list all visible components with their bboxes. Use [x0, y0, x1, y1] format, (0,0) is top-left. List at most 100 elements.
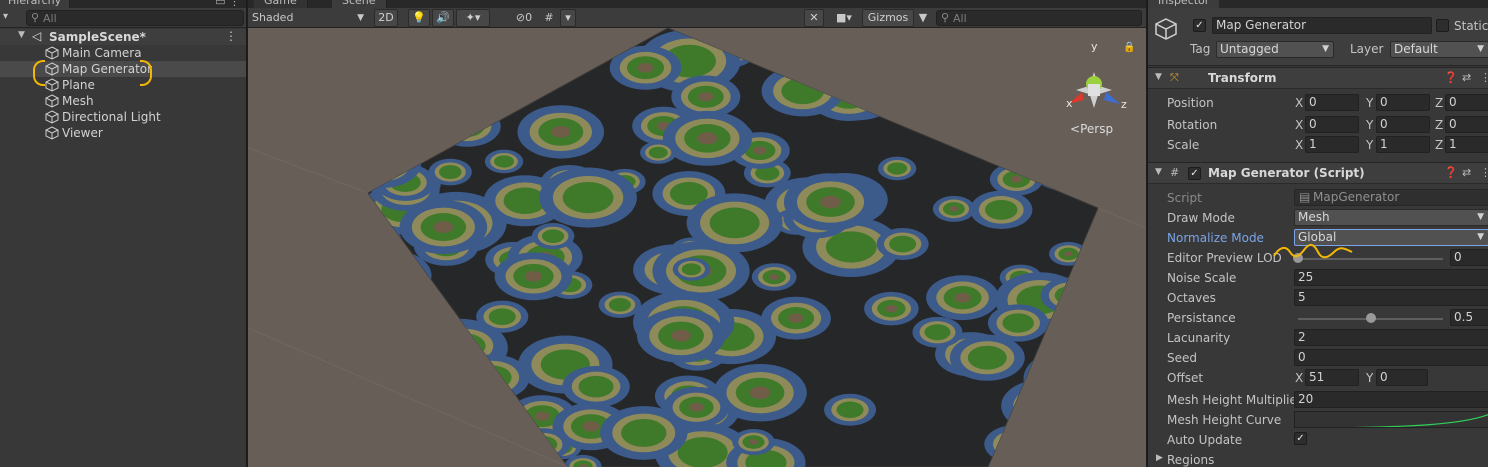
component-menu-icon[interactable]: ⋮: [1480, 71, 1488, 84]
scene-visibility-toggle[interactable]: ⊘0: [504, 9, 544, 27]
terrain-patch: [958, 96, 990, 116]
gizmos-dropdown-icon[interactable]: ▼: [916, 9, 930, 27]
orientation-gizmo[interactable]: [1068, 72, 1120, 108]
hierarchy-tab[interactable]: Hierarchy: [0, 0, 71, 8]
search-icon: ⚲: [31, 11, 40, 24]
tag-dropdown[interactable]: Untagged ▼: [1216, 41, 1334, 58]
active-checkbox[interactable]: ✓: [1193, 19, 1206, 32]
grid-dropdown-icon[interactable]: ▾: [560, 9, 576, 27]
offset-x-field[interactable]: 51: [1305, 369, 1359, 386]
grid-icon[interactable]: #: [542, 9, 556, 27]
rotation-x-field[interactable]: 0: [1305, 116, 1359, 133]
octaves-field[interactable]: 5: [1294, 289, 1488, 306]
inspector-tab[interactable]: Inspector: [1148, 0, 1220, 8]
object-name-field[interactable]: Map Generator: [1212, 17, 1432, 34]
persistance-slider-knob[interactable]: [1365, 313, 1376, 323]
fold-arrow-icon[interactable]: ▼: [1155, 72, 1162, 82]
chevron-down-icon: ▼: [1477, 44, 1484, 54]
hierarchy-menu-icon[interactable]: ▭ ⋮: [215, 0, 240, 8]
scale-x-field[interactable]: 1: [1305, 136, 1359, 153]
fold-arrow-icon[interactable]: ▼: [1155, 167, 1162, 177]
rotation-y-value: 0: [1380, 117, 1388, 131]
gizmos-button[interactable]: Gizmos: [862, 9, 914, 27]
position-x-field[interactable]: 0: [1305, 94, 1359, 111]
terrain-patch: [422, 28, 510, 61]
terrain-patch: [949, 206, 959, 212]
scene-search-input[interactable]: ⚲ All: [936, 10, 1142, 26]
layer-value: Default: [1394, 42, 1438, 56]
position-y-value: 0: [1380, 95, 1388, 109]
rotation-y-field[interactable]: 0: [1376, 116, 1430, 133]
component-menu-icon[interactable]: ⋮: [1480, 166, 1488, 179]
terrain-patch: [448, 369, 470, 383]
component-enabled-checkbox[interactable]: ✓: [1188, 167, 1201, 180]
hierarchy-item-main-camera[interactable]: Main Camera: [0, 45, 246, 61]
help-icon[interactable]: ❓: [1444, 166, 1458, 179]
terrain-patch: [368, 128, 390, 143]
terrain-viewport[interactable]: y x z 🔒: [248, 28, 1146, 467]
script-label: Script: [1167, 191, 1202, 205]
effects-dropdown-icon[interactable]: ✦▾: [456, 9, 490, 27]
terrain-patch: [954, 292, 971, 303]
layer-dropdown[interactable]: Default ▼: [1390, 41, 1488, 58]
preset-icon[interactable]: ⇄: [1462, 71, 1471, 84]
hierarchy-item-mesh[interactable]: Mesh: [0, 93, 246, 109]
scene-row[interactable]: ▼ ◁ SampleScene* ⋮: [0, 29, 246, 45]
gameobject-cube-icon: [45, 62, 59, 76]
hierarchy-item-label: Main Camera: [62, 46, 142, 60]
mesh-height-multiplier-field[interactable]: 20: [1294, 391, 1488, 408]
search-icon: ⚲: [941, 11, 950, 24]
static-checkbox[interactable]: [1436, 19, 1449, 32]
scale-z-field[interactable]: 1: [1445, 136, 1488, 153]
noise-scale-field[interactable]: 25: [1294, 269, 1488, 286]
tab-scene[interactable]: Scene: [332, 0, 387, 8]
hierarchy-item-directional-light[interactable]: Directional Light: [0, 109, 246, 125]
draw-mode-dropdown[interactable]: Mesh ▼: [1294, 209, 1488, 226]
terrain-patch: [422, 88, 433, 95]
hierarchy-item-viewer[interactable]: Viewer: [0, 125, 246, 141]
seed-field[interactable]: 0: [1294, 349, 1488, 366]
rotation-z-field[interactable]: 0: [1445, 116, 1488, 133]
hierarchy-search-input[interactable]: ⚲ All: [26, 10, 244, 26]
shading-mode-dropdown[interactable]: Shaded ▼: [252, 9, 368, 27]
axis-z-label: Z: [1435, 118, 1444, 132]
transform-header[interactable]: ▼ ⤧ Transform ❓ ⇄ ⋮: [1148, 67, 1488, 89]
camera-dropdown-icon[interactable]: ■▾: [830, 9, 858, 27]
help-icon[interactable]: ❓: [1444, 71, 1458, 84]
terrain-patch: [816, 61, 831, 71]
scene-name: SampleScene*: [49, 30, 146, 44]
terrain-patch: [889, 235, 917, 253]
scene-menu-icon[interactable]: ⋮: [225, 29, 237, 43]
offset-y-field[interactable]: 0: [1376, 369, 1428, 386]
position-z-field[interactable]: 0: [1445, 94, 1488, 111]
audio-toggle-icon[interactable]: 🔊: [432, 9, 454, 27]
axis-x-label: X: [1295, 371, 1304, 385]
tab-game[interactable]: Game: [254, 0, 308, 8]
create-dropdown-button[interactable]: ▾: [3, 11, 8, 22]
lod-value-field[interactable]: 0: [1450, 249, 1488, 266]
position-y-field[interactable]: 0: [1376, 94, 1430, 111]
terrain-patch: [799, 58, 842, 85]
auto-update-checkbox[interactable]: ✓: [1294, 432, 1307, 445]
lock-icon[interactable]: 🔒: [1123, 41, 1135, 53]
script-object-field: ▤ MapGenerator: [1294, 189, 1488, 206]
fold-arrow-icon[interactable]: ▶: [1156, 453, 1163, 463]
draw-mode-label: Draw Mode: [1167, 211, 1235, 225]
terrain-patch: [443, 28, 537, 59]
preset-icon[interactable]: ⇄: [1462, 166, 1471, 179]
persp-toggle[interactable]: <Persp: [1070, 122, 1113, 136]
map-generator-header[interactable]: ▼ # ✓ Map Generator (Script) ❓ ⇄ ⋮: [1148, 162, 1488, 184]
mesh-height-curve-field[interactable]: [1294, 411, 1488, 428]
2d-toggle-button[interactable]: 2D: [374, 9, 398, 27]
lacunarity-field[interactable]: 2: [1294, 329, 1488, 346]
terrain-patch: [697, 132, 718, 145]
scale-y-field[interactable]: 1: [1376, 136, 1430, 153]
object-name-value: Map Generator: [1216, 18, 1307, 32]
tools-icon[interactable]: ✕: [804, 9, 824, 27]
fold-arrow-icon[interactable]: ▼: [18, 30, 25, 40]
terrain-patch: [529, 436, 558, 453]
regions-label[interactable]: Regions: [1167, 453, 1214, 467]
lighting-toggle-icon[interactable]: 💡: [408, 9, 430, 27]
terrain-patch: [372, 132, 383, 139]
persistance-value-field[interactable]: 0.5: [1450, 309, 1488, 326]
